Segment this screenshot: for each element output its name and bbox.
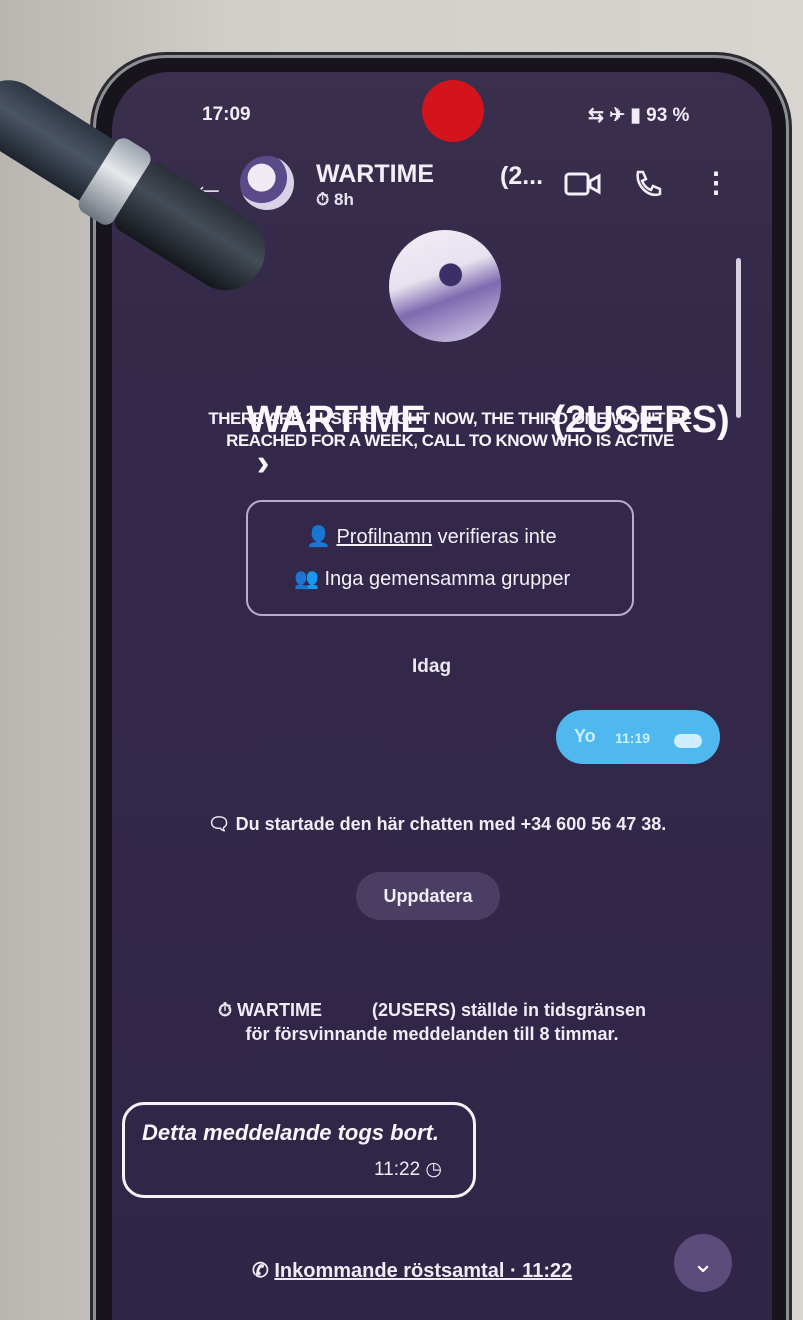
profile-description: THERE ARE 2 USERS RIGHT NOW, THE THIRD O… (208, 409, 692, 450)
date-divider: Idag (412, 656, 452, 677)
chat-started-text: Du startade den här chatten med +34 600 … (235, 814, 667, 834)
incoming-call-notice[interactable]: ✆ Inkommande röstsamtal · 11:22 (252, 1258, 572, 1283)
video-icon[interactable] (564, 170, 602, 198)
timer-value: 8h (334, 190, 354, 209)
profile-info-box: 👤 Profilnamn verifieras inte 👥 Inga geme… (246, 500, 634, 616)
camera-marker (422, 80, 484, 142)
more-vert-icon[interactable]: ⋮ (702, 166, 730, 199)
clock-icon: ◷ (425, 1159, 443, 1180)
group-icon: 👥 (294, 568, 319, 590)
chat-started-notice: 🗨 Du startade den här chatten med +34 60… (202, 812, 672, 836)
profile-avatar[interactable] (389, 230, 501, 342)
disappearing-timer: ⏱ 8h (316, 190, 354, 210)
groups-label: Inga gemensamma grupper (324, 568, 571, 590)
sent-message-time: 11:19 (615, 730, 651, 746)
phone-small-icon: ✆ (252, 1260, 269, 1282)
chat-title[interactable]: WARTIME (316, 160, 434, 189)
deleted-message-time: 11:22 ◷ (374, 1158, 442, 1181)
verify-link[interactable]: Profilnamn (336, 526, 432, 548)
delivered-icon (674, 734, 702, 748)
person-icon: 👤 (306, 526, 331, 548)
timer-icon: ⏱ (316, 190, 330, 209)
verify-row[interactable]: 👤 Profilnamn verifieras inte (306, 524, 557, 549)
call-notice-text: Inkommande röstsamtal · 11:22 (274, 1260, 573, 1282)
deleted-message-text: Detta meddelande togs bort. (142, 1120, 440, 1145)
groups-row: 👥 Inga gemensamma grupper (294, 566, 570, 591)
timer-notice: ⏱ WARTIME (2USERS) ställde in tidsgränse… (172, 998, 692, 1046)
chat-title-extra[interactable]: (2... (500, 162, 543, 191)
verify-suffix: verifieras inte (432, 526, 557, 548)
battery-level: 93 % (646, 105, 690, 126)
chevron-down-icon[interactable]: ⌄ (674, 1234, 732, 1292)
chat-icon: 🗨 (207, 814, 231, 834)
timer-icon-small: ⏱ (217, 1000, 237, 1020)
deleted-message-bubble[interactable] (122, 1102, 476, 1198)
update-button[interactable]: Uppdatera (356, 872, 500, 920)
timer-notice-line2: för försvinnande meddelanden till 8 timm… (245, 1024, 619, 1044)
status-time: 17:09 (202, 104, 251, 125)
scrollbar[interactable] (736, 258, 741, 418)
sent-message-text: Yo (574, 726, 596, 746)
status-icons: ⇆ ✈ ▮ 93 % (588, 104, 689, 127)
timer-notice-line1: WARTIME (2USERS) ställde in tidsgränsen (236, 1000, 647, 1020)
phone-icon[interactable] (632, 168, 664, 200)
deleted-time-value: 11:22 (374, 1159, 421, 1180)
signal-icon: ⇆ ✈ ▮ (588, 105, 641, 126)
